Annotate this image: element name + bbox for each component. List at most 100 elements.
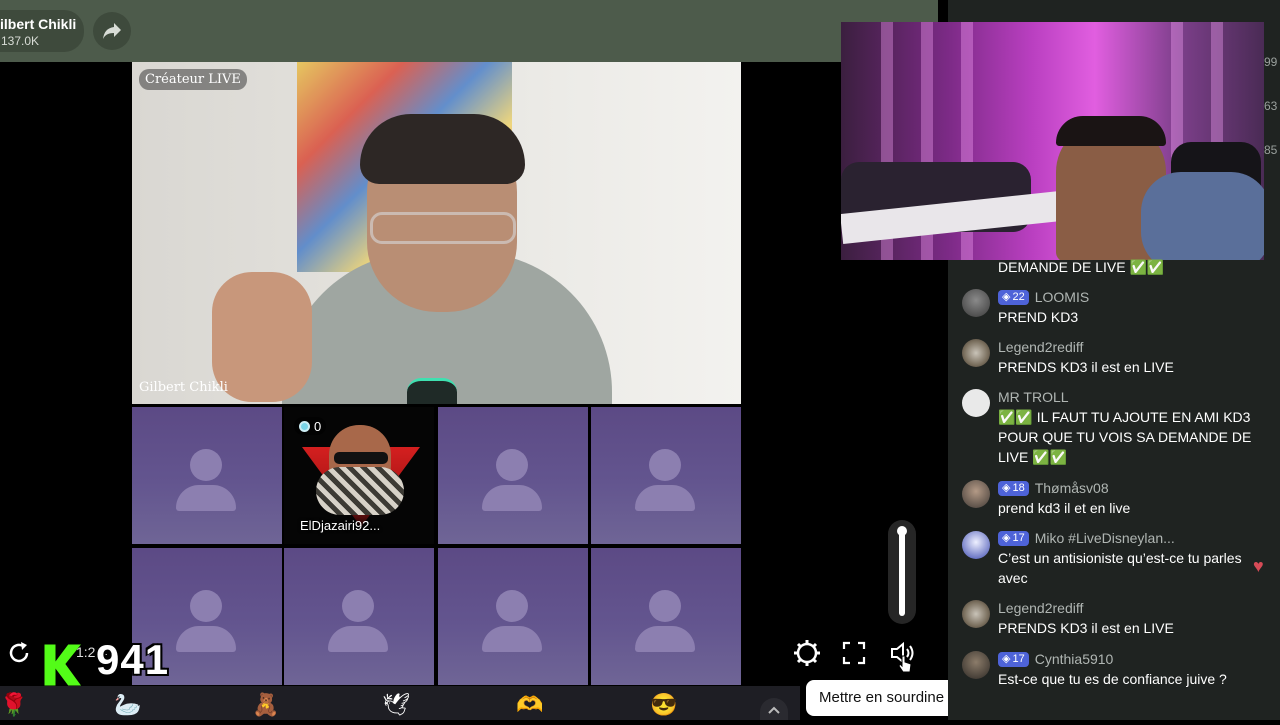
placeholder-avatar-body xyxy=(635,485,695,511)
chat-username[interactable]: Thømåsv08 xyxy=(1035,478,1109,498)
placeholder-avatar-icon xyxy=(496,449,528,481)
chat-message: Legend2rediff PRENDS KD3 il est en LIVE xyxy=(998,598,1258,638)
chat-message-text: Est-ce que tu es de confiance juive ? xyxy=(998,671,1227,687)
level-badge: ◈ 22 xyxy=(998,289,1029,305)
chat-username[interactable]: MR TROLL xyxy=(998,387,1069,407)
fur-coat xyxy=(1141,172,1264,260)
chat-username[interactable]: Legend2rediff xyxy=(998,598,1083,618)
level-badge: ◈ 17 xyxy=(998,530,1029,546)
user-avatar[interactable] xyxy=(962,339,990,367)
chat-message-text: DEMANDE DE LIVE ✅✅ xyxy=(998,259,1165,275)
placeholder-avatar-icon xyxy=(649,590,681,622)
gift-bear-icon[interactable]: 🧸 xyxy=(252,692,279,718)
chat-message-text: PRENDS KD3 il est en LIVE xyxy=(998,620,1174,636)
gift-heart-hands-icon[interactable]: 🫶 xyxy=(516,692,543,718)
level-value: 22 xyxy=(1012,291,1025,303)
level-badge: ◈ 17 xyxy=(998,651,1029,667)
volume-slider-knob[interactable] xyxy=(897,526,907,536)
diamond-icon: ◈ xyxy=(1002,291,1011,303)
refresh-icon[interactable] xyxy=(6,640,32,666)
chat-message: ◈ 22 LOOMIS PREND KD3 xyxy=(998,287,1258,327)
guest-sunglasses xyxy=(334,452,388,464)
placeholder-avatar-body xyxy=(482,485,542,511)
gift-sunglasses-icon[interactable]: 😎 xyxy=(650,692,677,718)
edge-number: 85 xyxy=(1264,143,1278,157)
placeholder-avatar-body xyxy=(176,626,236,652)
user-avatar[interactable] xyxy=(962,289,990,317)
host-video[interactable] xyxy=(132,62,741,404)
placeholder-avatar-body xyxy=(482,626,542,652)
gift-swan-icon[interactable]: 🦢 xyxy=(114,692,141,718)
host-hair xyxy=(360,114,525,184)
creator-name[interactable]: ilbert Chikli xyxy=(0,16,76,32)
chat-message-text: C’est un antisioniste qu’est-ce tu parle… xyxy=(998,550,1242,586)
placeholder-avatar-body xyxy=(328,626,388,652)
level-value: 17 xyxy=(1012,653,1025,665)
fullscreen-icon[interactable] xyxy=(841,640,867,666)
top-bar xyxy=(0,0,938,62)
placeholder-avatar-icon xyxy=(342,590,374,622)
edge-number: 99 xyxy=(1264,55,1278,69)
chat-message-text: ✅✅ IL FAUT TU AJOUTE EN AMI KD3 POUR QUE… xyxy=(998,409,1252,465)
chat-username[interactable]: LOOMIS xyxy=(1035,287,1089,307)
user-avatar[interactable] xyxy=(962,480,990,508)
creator-live-tag: Créateur LIVE xyxy=(139,69,247,90)
chevron-up-icon xyxy=(768,706,780,714)
microphone xyxy=(407,378,457,404)
gift-scroll-up-button[interactable] xyxy=(760,698,788,720)
user-avatar[interactable] xyxy=(962,531,990,559)
volume-slider-fill xyxy=(899,530,905,616)
user-avatar[interactable] xyxy=(962,600,990,628)
streamer-webcam xyxy=(841,22,1264,260)
guest-count-value: 0 xyxy=(314,418,322,434)
placeholder-avatar-icon xyxy=(190,590,222,622)
chat-message: ◈ 17 Miko #LiveDisneylan... C’est un anti… xyxy=(998,528,1258,588)
diamond-icon: ◈ xyxy=(1002,482,1011,494)
placeholder-avatar-body xyxy=(176,485,236,511)
chat-username[interactable]: Legend2rediff xyxy=(998,337,1083,357)
settings-gear-icon[interactable] xyxy=(792,638,822,668)
share-button[interactable] xyxy=(93,12,131,50)
share-icon xyxy=(103,23,121,39)
coin-icon xyxy=(299,420,310,432)
guest-scarf xyxy=(316,467,404,515)
chat-message: ◈ 17 Cynthia5910 Est-ce que tu es de conf… xyxy=(998,649,1258,689)
mouse-cursor-icon xyxy=(898,655,912,673)
chat-username[interactable]: Miko #LiveDisneylan... xyxy=(1035,528,1175,548)
guest-slot-empty[interactable] xyxy=(438,407,588,544)
user-avatar[interactable] xyxy=(962,389,990,417)
placeholder-avatar-icon xyxy=(496,590,528,622)
host-name-label: Gilbert Chikli xyxy=(139,380,228,395)
guest-slot-active[interactable]: 0 ElDjazairi92... xyxy=(284,407,434,544)
level-value: 17 xyxy=(1012,532,1025,544)
heart-icon: ♥ xyxy=(1253,556,1264,576)
diamond-icon: ◈ xyxy=(1002,653,1011,665)
guest-slot-empty[interactable] xyxy=(284,548,434,685)
user-avatar[interactable] xyxy=(962,651,990,679)
chat-message-text: PREND KD3 xyxy=(998,309,1079,325)
placeholder-avatar-icon xyxy=(190,449,222,481)
guest-name: ElDjazairi92... xyxy=(300,518,381,533)
chat-header xyxy=(948,0,1280,22)
gift-rose-icon[interactable]: 🌹 xyxy=(0,692,27,718)
streamer-hair xyxy=(1056,116,1166,146)
chat-message: Legend2rediff PRENDS KD3 il est en LIVE xyxy=(998,337,1258,377)
placeholder-avatar-body xyxy=(635,626,695,652)
level-value: 18 xyxy=(1012,482,1025,494)
gift-bird-icon[interactable]: 🕊 xyxy=(382,692,410,718)
chat-message-text: prend kd3 il et en live xyxy=(998,500,1131,516)
guest-slot-empty[interactable] xyxy=(591,548,741,685)
creator-followers: 137.0K xyxy=(1,34,40,48)
chat-message: DEMANDE DE LIVE ✅✅ xyxy=(998,257,1258,277)
guest-gift-count: 0 xyxy=(294,417,327,435)
guest-slot-empty[interactable] xyxy=(132,407,282,544)
guest-slot-empty[interactable] xyxy=(438,548,588,685)
edge-number: 63 xyxy=(1264,99,1278,113)
guest-slot-empty[interactable] xyxy=(591,407,741,544)
chat-message-text: PRENDS KD3 il est en LIVE xyxy=(998,359,1174,375)
chat-message: MR TROLL ✅✅ IL FAUT TU AJOUTE EN AMI KD3… xyxy=(998,387,1258,467)
placeholder-avatar-icon xyxy=(649,449,681,481)
chat-username[interactable]: Cynthia5910 xyxy=(1035,649,1114,669)
host-glasses xyxy=(370,212,516,244)
chat-message: ◈ 18 Thømåsv08 prend kd3 il et en live xyxy=(998,478,1258,518)
